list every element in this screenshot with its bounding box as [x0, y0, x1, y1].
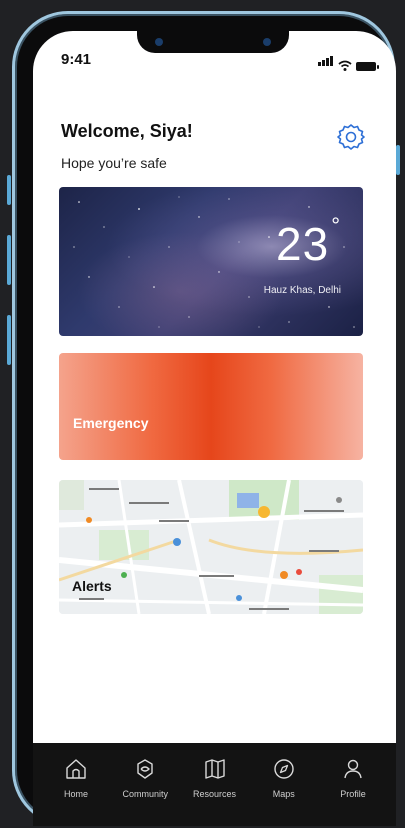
side-button	[396, 145, 400, 175]
temperature-unit: °	[331, 213, 341, 238]
signal-icon	[318, 53, 334, 71]
side-button	[7, 235, 11, 285]
side-button	[7, 315, 11, 365]
tab-label: Profile	[340, 789, 366, 799]
wifi-icon	[338, 60, 352, 71]
status-icons	[318, 53, 379, 71]
tab-label: Home	[63, 789, 88, 799]
tab-label: Resources	[192, 789, 237, 799]
temperature-value: 23	[276, 218, 330, 270]
tab-community[interactable]: Community	[114, 743, 176, 826]
app-screen: 9:41 Welcome, Siya! Hope you’re safe 23°…	[33, 31, 396, 826]
tab-maps[interactable]: Maps	[253, 743, 315, 826]
settings-gear-icon[interactable]	[335, 121, 367, 153]
welcome-subtitle: Hope you’re safe	[61, 155, 167, 171]
camera-dot	[155, 38, 163, 46]
tab-home[interactable]: Home	[45, 743, 107, 826]
tab-profile[interactable]: Profile	[322, 743, 384, 826]
notch	[137, 31, 289, 53]
tab-label: Community	[122, 789, 168, 799]
compass-icon	[274, 759, 294, 779]
alerts-label: Alerts	[72, 578, 112, 594]
tab-resources[interactable]: Resources	[184, 743, 246, 826]
temperature: 23°	[276, 213, 341, 271]
emergency-label: Emergency	[73, 415, 149, 431]
emergency-card[interactable]: Emergency	[59, 353, 363, 460]
bottom-tab-bar: Home Community Resources Maps Profile	[33, 743, 396, 826]
status-time: 9:41	[61, 51, 92, 68]
home-icon	[66, 759, 86, 779]
alerts-map-card[interactable]: Alerts	[59, 480, 363, 614]
community-icon	[137, 759, 153, 779]
tab-label: Maps	[272, 789, 295, 799]
sensor-dot	[263, 38, 271, 46]
welcome-title: Welcome, Siya!	[61, 121, 193, 141]
weather-location: Hauz Khas, Delhi	[263, 285, 341, 296]
side-button	[7, 175, 11, 205]
weather-card[interactable]: 23° Hauz Khas, Delhi	[59, 187, 363, 336]
profile-icon	[344, 759, 362, 779]
map-book-icon	[204, 759, 225, 779]
battery-icon	[356, 62, 379, 71]
